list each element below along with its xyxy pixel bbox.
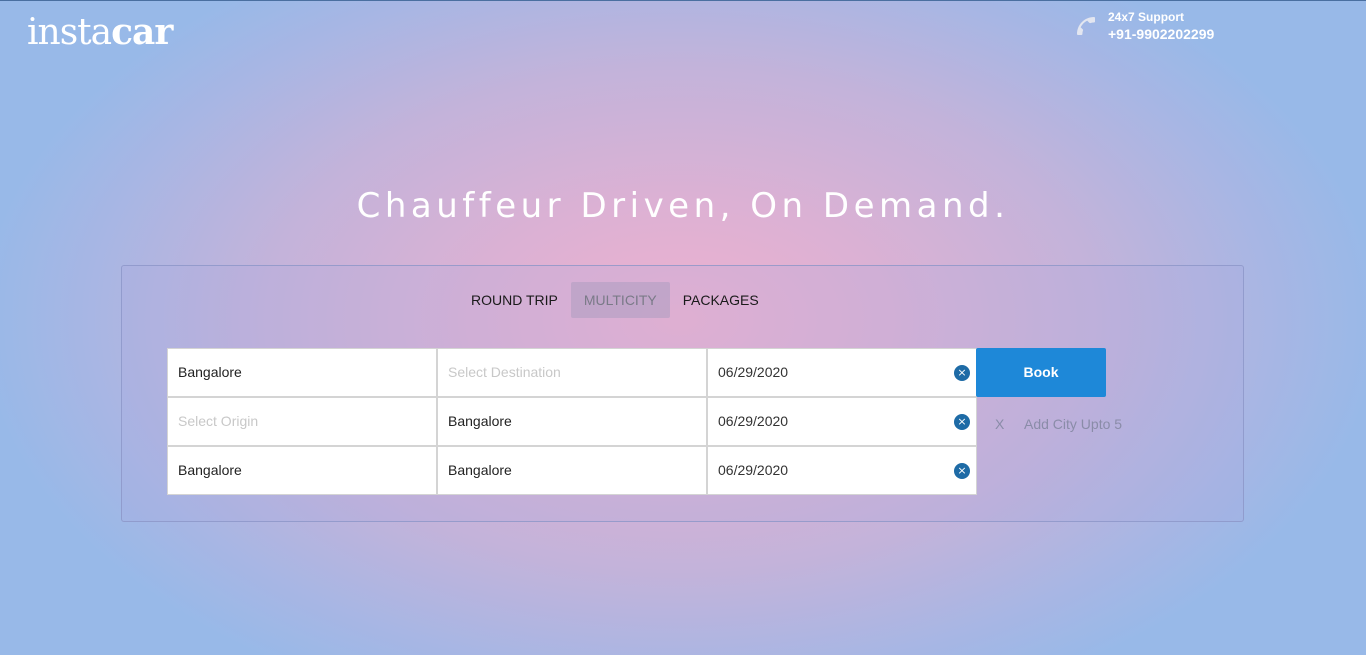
instacar-logo[interactable]: instacar — [27, 10, 173, 55]
tab-round-trip[interactable]: ROUND TRIP — [458, 282, 571, 318]
destination-field-3[interactable]: Bangalore — [437, 446, 707, 495]
destination-field-1[interactable]: Select Destination — [437, 348, 707, 397]
trip-row-3: Bangalore Bangalore 06/29/2020 × — [167, 446, 977, 495]
remove-city-button[interactable]: X — [995, 416, 1004, 432]
clear-date-icon[interactable]: × — [954, 463, 970, 479]
book-button[interactable]: Book — [976, 348, 1106, 397]
add-city-link[interactable]: Add City Upto 5 — [1024, 416, 1122, 432]
tab-multicity[interactable]: MULTICITY — [570, 282, 670, 318]
support-label: 24x7 Support — [1108, 10, 1185, 24]
phone-icon — [1077, 17, 1095, 35]
origin-field-1[interactable]: Bangalore — [167, 348, 437, 397]
support-phone-number[interactable]: +91-9902202299 — [1108, 26, 1214, 42]
trip-row-2: Select Origin Bangalore 06/29/2020 × — [167, 397, 977, 446]
tab-packages[interactable]: PACKAGES — [670, 282, 772, 318]
date-field-3[interactable]: 06/29/2020 × — [707, 446, 977, 495]
date-field-1[interactable]: 06/29/2020 × — [707, 348, 977, 397]
top-border — [0, 0, 1366, 1]
origin-field-2[interactable]: Select Origin — [167, 397, 437, 446]
hero-headline: Chauffeur Driven, On Demand. — [356, 186, 1010, 226]
clear-date-icon[interactable]: × — [954, 365, 970, 381]
destination-field-2[interactable]: Bangalore — [437, 397, 707, 446]
origin-field-3[interactable]: Bangalore — [167, 446, 437, 495]
trip-type-tabs: ROUND TRIP MULTICITY PACKAGES — [458, 282, 772, 318]
logo-text-bold: car — [111, 11, 173, 53]
date-value-3: 06/29/2020 — [718, 462, 789, 478]
date-value-1: 06/29/2020 — [718, 364, 789, 380]
logo-text-light: insta — [27, 12, 112, 53]
clear-date-icon[interactable]: × — [954, 414, 970, 430]
trip-row-1: Bangalore Select Destination 06/29/2020 … — [167, 348, 977, 397]
support-block: 24x7 Support +91-9902202299 — [1074, 9, 1254, 49]
date-value-2: 06/29/2020 — [718, 413, 789, 429]
date-field-2[interactable]: 06/29/2020 × — [707, 397, 977, 446]
